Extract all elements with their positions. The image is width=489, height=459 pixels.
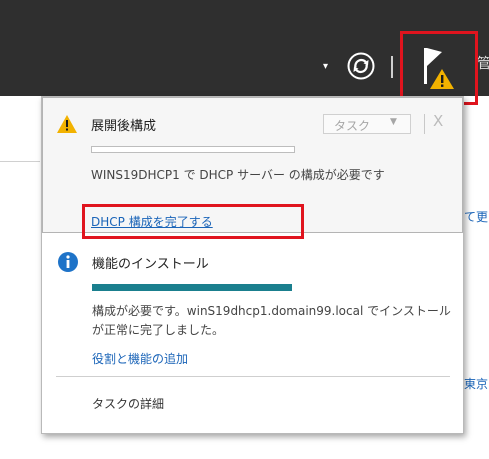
toolbar-separator	[424, 114, 425, 134]
task-dropdown-label: タスク	[334, 119, 371, 133]
feature-install-message: 構成が必要です。winS19dhcp1.domain99.local でインスト…	[92, 304, 451, 337]
progress-bar-complete	[92, 284, 292, 291]
background-text-1: て更	[464, 210, 489, 224]
background-text-2: 東京	[464, 377, 489, 391]
add-roles-features-link[interactable]: 役割と機能の追加	[92, 350, 188, 367]
header-separator	[391, 56, 393, 78]
task-details-link[interactable]: タスクの詳細	[92, 395, 164, 412]
chevron-down-icon: ▼	[390, 117, 397, 127]
header-dropdown-arrow[interactable]: ▾	[323, 61, 328, 72]
notification-title: 展開後構成	[91, 119, 157, 134]
flag-highlight-box	[400, 31, 478, 105]
link-highlight-box	[82, 204, 304, 239]
task-dropdown[interactable]: タスク ▼	[323, 114, 411, 134]
popup-divider	[56, 376, 450, 377]
feature-install-title: 機能のインストール	[92, 257, 209, 272]
background-divider	[0, 161, 40, 162]
warning-icon	[57, 115, 77, 133]
notification-post-deployment: 展開後構成 タスク ▼ X WINS19DHCP1 で DHCP サーバー の構…	[42, 97, 463, 239]
info-icon	[58, 252, 78, 272]
progress-bar-empty	[91, 146, 295, 153]
notification-message: WINS19DHCP1 で DHCP サーバー の構成が必要です	[91, 168, 385, 182]
notifications-popup: 展開後構成 タスク ▼ X WINS19DHCP1 で DHCP サーバー の構…	[41, 96, 464, 434]
refresh-icon[interactable]	[346, 51, 376, 81]
close-icon[interactable]: X	[433, 112, 443, 130]
header-truncated-text[interactable]: 管	[477, 53, 489, 73]
